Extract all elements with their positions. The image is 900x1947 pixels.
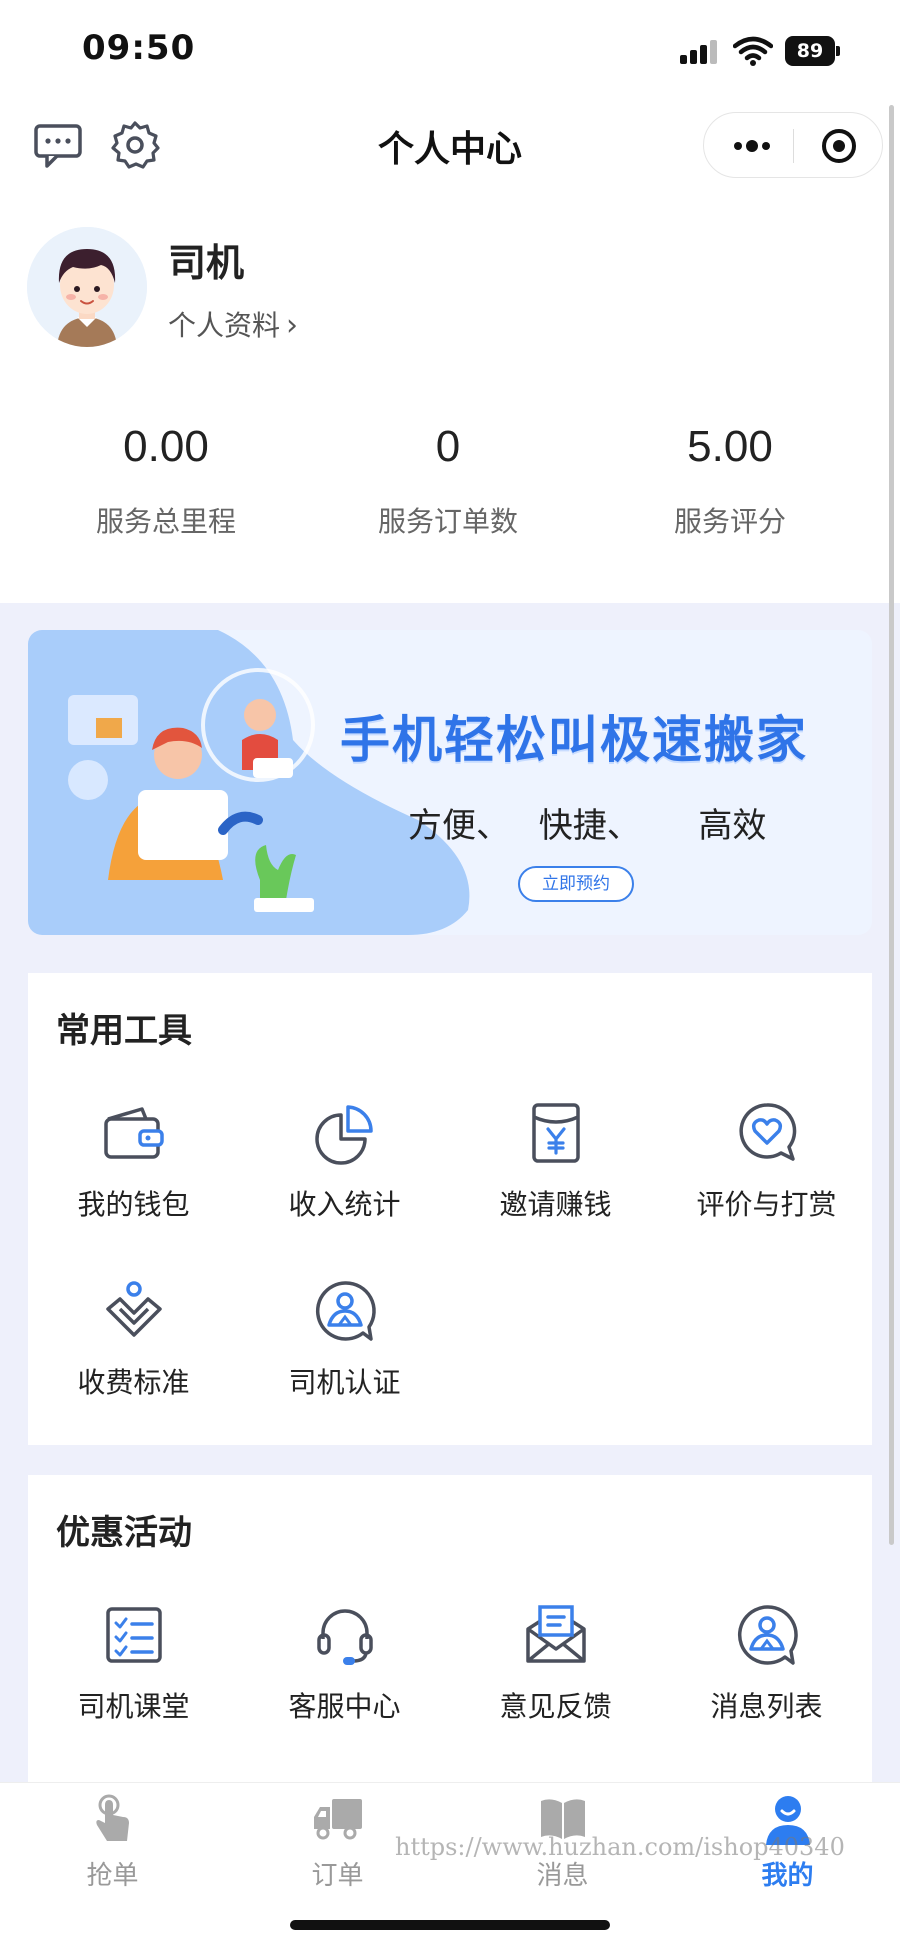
- tools-section: 常用工具 我的钱包 收入统计 邀请赚钱 评价与打赏 收费标准 司机认证: [28, 973, 872, 1445]
- battery-level: 89: [785, 36, 835, 66]
- promo-label: 客服中心: [288, 1690, 401, 1723]
- promo-message-list[interactable]: 消息列表: [661, 1603, 872, 1753]
- battery-icon: 89: [785, 36, 841, 66]
- tool-label: 司机认证: [288, 1366, 401, 1399]
- stat-label: 服务订单数: [377, 505, 518, 538]
- stat-orders[interactable]: 0 服务订单数: [298, 422, 598, 540]
- mini-program-capsule: [703, 112, 883, 178]
- scrollbar[interactable]: [889, 105, 894, 1545]
- tool-review-tip[interactable]: 评价与打赏: [661, 1101, 872, 1251]
- stat-label: 服务评分: [673, 505, 786, 538]
- tool-driver-verify[interactable]: 司机认证: [239, 1279, 450, 1429]
- stat-label: 服务总里程: [95, 505, 236, 538]
- tool-label: 邀请赚钱: [499, 1188, 612, 1221]
- tool-pricing[interactable]: 收费标准: [28, 1279, 239, 1429]
- driver-badge-icon: [315, 1281, 376, 1341]
- heart-bubble-icon: [739, 1103, 797, 1161]
- stats-row: 0.00 服务总里程 0 服务订单数 5.00 服务评分: [0, 422, 900, 562]
- promo-driver-class[interactable]: 司机课堂: [28, 1603, 239, 1753]
- banner-illustration: [28, 630, 470, 935]
- profile-link[interactable]: 个人资料 ›: [168, 304, 298, 344]
- stat-mileage[interactable]: 0.00 服务总里程: [16, 422, 316, 540]
- promo-label: 消息列表: [710, 1690, 823, 1723]
- stat-value: 0: [435, 422, 461, 471]
- tool-income-stats[interactable]: 收入统计: [239, 1101, 450, 1251]
- status-bar: 09:50 89: [0, 0, 900, 100]
- tab-label: 抢单: [86, 1861, 139, 1891]
- tap-hand-icon: [96, 1794, 129, 1841]
- signal-icon: [680, 40, 720, 64]
- chevron-right-icon: ›: [286, 308, 299, 343]
- profile-card: 司机 个人资料 › 0.00 服务总里程 0 服务订单数 5.00 服务评分: [0, 190, 900, 603]
- yen-envelope-icon: [532, 1103, 580, 1163]
- section-title: 常用工具: [56, 1011, 192, 1051]
- wallet-icon: [104, 1107, 164, 1159]
- promo-feedback[interactable]: 意见反馈: [450, 1603, 661, 1753]
- checklist-icon: [106, 1607, 162, 1663]
- stat-value: 0.00: [123, 422, 209, 471]
- stat-value: 5.00: [687, 422, 773, 471]
- profile-link-label: 个人资料: [168, 309, 281, 342]
- status-time: 09:50: [82, 28, 196, 68]
- tool-invite-earn[interactable]: 邀请赚钱: [450, 1101, 661, 1251]
- stat-rating[interactable]: 5.00 服务评分: [580, 422, 880, 540]
- promo-label: 司机课堂: [77, 1690, 190, 1723]
- home-indicator[interactable]: [290, 1920, 610, 1930]
- tool-label: 收入统计: [288, 1188, 401, 1221]
- truck-icon: [314, 1799, 362, 1840]
- tool-label: 收费标准: [77, 1366, 190, 1399]
- book-now-button[interactable]: 立即预约: [518, 866, 634, 902]
- tool-label: 评价与打赏: [696, 1188, 837, 1221]
- promo-customer-service[interactable]: 客服中心: [239, 1603, 450, 1753]
- watermark-text: https://www.huzhan.com/ishop40340: [395, 1833, 845, 1861]
- pricing-icon: [106, 1281, 162, 1337]
- user-name: 司机: [168, 241, 245, 285]
- page: 09:50 89 个人中心 司机 个人资料 › 0.00 服务总里程 0 服务订…: [0, 0, 900, 1947]
- wifi-icon: [733, 36, 773, 66]
- promo-label: 意见反馈: [499, 1690, 612, 1723]
- tool-label: 我的钱包: [77, 1188, 190, 1221]
- banner-headline: 手机轻松叫极速搬家: [340, 711, 808, 769]
- section-title: 优惠活动: [56, 1513, 192, 1553]
- person-badge-icon: [737, 1605, 798, 1665]
- promo-banner[interactable]: 手机轻松叫极速搬家 方便、 快捷、 高效 立即预约: [28, 630, 872, 935]
- promotions-section: 优惠活动 司机课堂 客服中心 意见反馈 消息列表: [28, 1475, 872, 1782]
- pie-chart-icon: [315, 1105, 373, 1165]
- mail-icon: [526, 1605, 586, 1663]
- avatar[interactable]: [27, 227, 147, 347]
- avatar-boy-icon: [27, 227, 147, 347]
- banner-subline: 方便、 快捷、 高效: [408, 806, 767, 846]
- headset-icon: [317, 1609, 373, 1665]
- more-icon[interactable]: [728, 131, 776, 161]
- target-icon[interactable]: [819, 126, 859, 166]
- tab-grab-order[interactable]: 抢单: [0, 1793, 225, 1903]
- tool-wallet[interactable]: 我的钱包: [28, 1101, 239, 1251]
- nav-bar: 个人中心: [0, 100, 900, 190]
